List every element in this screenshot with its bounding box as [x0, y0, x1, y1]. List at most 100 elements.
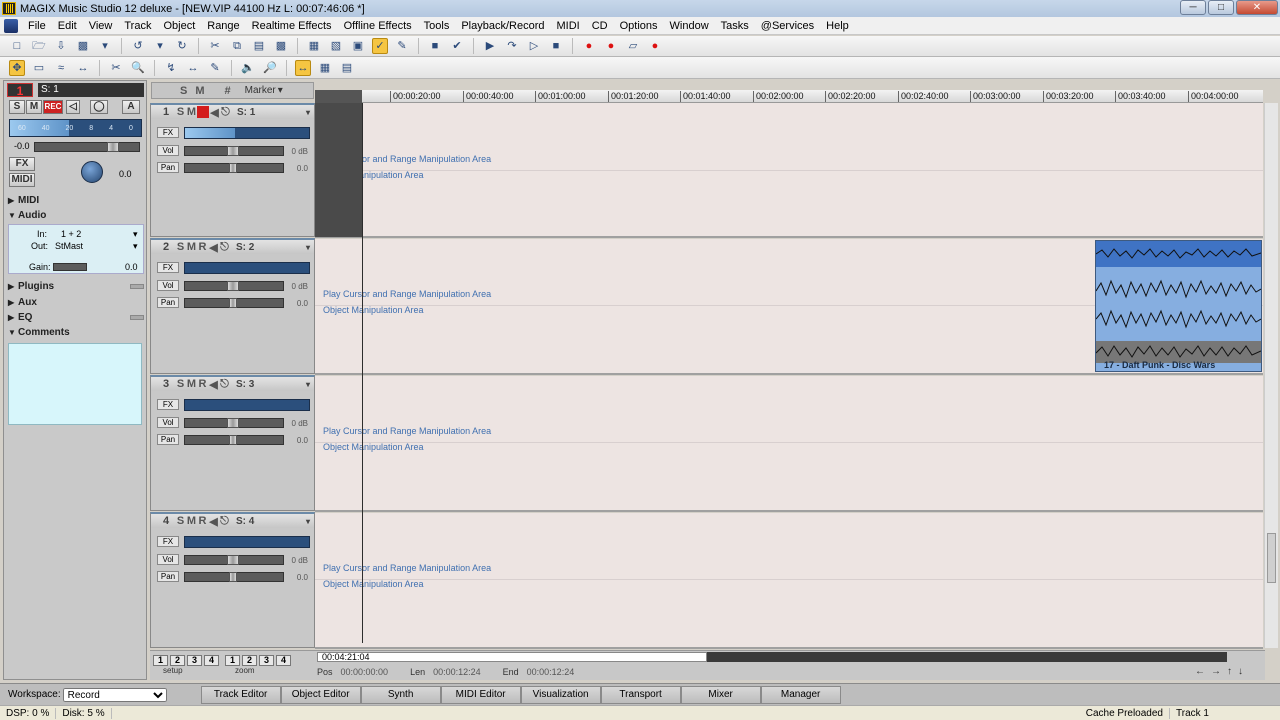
section-midi[interactable]: ▶ MIDI — [4, 194, 146, 208]
track-pan-slider[interactable] — [184, 163, 284, 173]
menu-window[interactable]: Window — [664, 20, 715, 32]
menu-services[interactable]: @Services — [755, 20, 820, 32]
track-monitor-icon[interactable]: ◀ — [209, 106, 220, 119]
cut-icon[interactable]: ✂ — [207, 38, 223, 54]
undo-dropdown-icon[interactable]: ▾ — [152, 38, 168, 54]
save-icon[interactable]: ▩ — [75, 38, 91, 54]
track-mute-button[interactable]: M — [186, 515, 197, 527]
speaker-icon[interactable]: 🔈 — [240, 60, 256, 76]
track-lock-icon[interactable]: ⎋ — [219, 241, 230, 254]
tab-synth[interactable]: Synth — [360, 685, 441, 704]
stop-icon[interactable]: ■ — [548, 38, 564, 54]
menu-view[interactable]: View — [83, 20, 119, 32]
menu-tasks[interactable]: Tasks — [715, 20, 755, 32]
track-monitor-icon[interactable]: ◀ — [208, 378, 219, 391]
inspector-fx-button[interactable]: FX — [9, 157, 35, 171]
track-record-button[interactable]: R — [197, 241, 208, 253]
play-cursor[interactable] — [362, 103, 363, 643]
inspector-monitor-icon[interactable]: ◁ — [66, 100, 80, 114]
inspector-solo-button[interactable]: S — [9, 100, 25, 114]
glue-icon[interactable]: ▣ — [350, 38, 366, 54]
menu-track[interactable]: Track — [118, 20, 157, 32]
track-header-1[interactable]: 1 S M ◀ ⎋ S: 1 ▾ FX Vol 0 dB Pan 0.0 — [150, 103, 315, 237]
workspace-select[interactable]: Record — [62, 687, 167, 702]
menu-midi[interactable]: MIDI — [550, 20, 585, 32]
menu-object[interactable]: Object — [157, 20, 201, 32]
track-fx-button[interactable]: FX — [157, 536, 179, 547]
draw-tool-icon[interactable]: ✎ — [207, 60, 223, 76]
menu-offline-effects[interactable]: Offline Effects — [338, 20, 418, 32]
track-dropdown-icon[interactable]: ▾ — [306, 108, 310, 117]
vertical-scrollbar-thumb[interactable] — [1267, 533, 1276, 583]
track-pan-slider[interactable] — [184, 298, 284, 308]
zoom-tool-icon[interactable]: 🔍 — [130, 60, 146, 76]
audio-out-dropdown-icon[interactable]: ▾ — [133, 241, 138, 252]
tab-object-editor[interactable]: Object Editor — [280, 685, 361, 704]
track-lane-3[interactable]: Play Cursor and Range Manipulation Area … — [315, 376, 1263, 512]
ungroup-icon[interactable]: ▧ — [328, 38, 344, 54]
audio-in-dropdown-icon[interactable]: ▾ — [133, 229, 138, 240]
auto-crossfade-icon[interactable]: ✓ — [372, 38, 388, 54]
track-lane-4[interactable]: Play Cursor and Range Manipulation Area … — [315, 513, 1263, 649]
menu-realtime-effects[interactable]: Realtime Effects — [246, 20, 338, 32]
record-icon[interactable]: ● — [603, 38, 619, 54]
tab-transport[interactable]: Transport — [600, 685, 681, 704]
marker-dropdown[interactable]: Marker — [245, 85, 276, 96]
track-record-button[interactable] — [197, 106, 209, 118]
track-pan-slider[interactable] — [184, 435, 284, 445]
track-lock-icon[interactable]: ⎋ — [220, 106, 231, 119]
track-fx-button[interactable]: FX — [157, 399, 179, 410]
track-header-4[interactable]: 4 S M R ◀ ⎋ S: 4 ▾ FX Vol 0 dB Pan 0.0 — [150, 512, 315, 648]
pan-curve-icon[interactable]: ↔ — [185, 60, 201, 76]
audio-clip[interactable]: 17 - Daft Punk - Disc Wars — [1095, 240, 1262, 372]
zoom-1-button[interactable]: 1 — [225, 655, 240, 666]
menu-file[interactable]: File — [22, 20, 52, 32]
track-solo-button[interactable]: S — [175, 378, 186, 390]
scroll-left-icon[interactable]: ← — [1195, 666, 1205, 677]
tab-midi-editor[interactable]: MIDI Editor — [440, 685, 521, 704]
position-overview-bar[interactable]: 00:04:21:04 — [317, 652, 707, 662]
track-lock-icon[interactable]: ⎋ — [219, 515, 230, 528]
track-dropdown-icon[interactable]: ▾ — [306, 517, 310, 526]
section-plugins[interactable]: ▶ Plugins — [4, 280, 146, 294]
curve-mode-icon[interactable]: ≈ — [53, 60, 69, 76]
setup-2-button[interactable]: 2 — [170, 655, 185, 666]
setup-4-button[interactable]: 4 — [204, 655, 219, 666]
save-dropdown-icon[interactable]: ▾ — [97, 38, 113, 54]
global-mute-button[interactable]: M — [195, 85, 204, 97]
track-solo-button[interactable]: S — [175, 241, 186, 253]
check-icon[interactable]: ✔ — [449, 38, 465, 54]
track-name[interactable]: S: 4 — [236, 516, 254, 527]
paste-icon[interactable]: ▤ — [251, 38, 267, 54]
import-icon[interactable]: ⇩ — [53, 38, 69, 54]
scroll-right-icon[interactable]: → — [1211, 666, 1221, 677]
minimize-icon[interactable]: ─ — [1180, 0, 1206, 15]
play-loop-icon[interactable]: ↷ — [504, 38, 520, 54]
track-fx-button[interactable]: FX — [157, 127, 179, 138]
global-solo-button[interactable]: S — [180, 85, 187, 97]
zoom-3-button[interactable]: 3 — [259, 655, 274, 666]
play-icon[interactable]: ▶ — [482, 38, 498, 54]
menu-tools[interactable]: Tools — [418, 20, 456, 32]
tab-mixer[interactable]: Mixer — [680, 685, 761, 704]
inspector-midi-button[interactable]: MIDI — [9, 173, 35, 187]
track-record-button[interactable]: R — [197, 378, 208, 390]
zoom-4-button[interactable]: 4 — [276, 655, 291, 666]
section-aux[interactable]: ▶ Aux — [4, 296, 146, 310]
copy-icon[interactable]: ⧉ — [229, 38, 245, 54]
inspector-track-select[interactable]: S: 1 — [38, 83, 144, 97]
edit-mode-icon[interactable]: ✎ — [394, 38, 410, 54]
track-header-3[interactable]: 3 S M R ◀ ⎋ S: 3 ▾ FX Vol 0 dB Pan 0.0 — [150, 375, 315, 511]
zoom-down-icon[interactable]: ↓ — [1238, 666, 1243, 677]
mouse-mode-icon[interactable]: ✥ — [9, 59, 25, 76]
snap-icon[interactable]: ↔ — [295, 59, 311, 76]
paste-special-icon[interactable]: ▩ — [273, 38, 289, 54]
new-file-icon[interactable]: □ — [9, 38, 25, 54]
section-comments[interactable]: ▼ Comments — [4, 326, 146, 340]
track-lane-1[interactable]: Play Cursor and Range Manipulation Area … — [315, 103, 1263, 238]
ripple-icon[interactable]: ▤ — [339, 60, 355, 76]
tab-track-editor[interactable]: Track Editor — [200, 685, 281, 704]
menu-edit[interactable]: Edit — [52, 20, 83, 32]
scrub-icon[interactable]: 🔎 — [262, 60, 278, 76]
split-tool-icon[interactable]: ✂ — [108, 60, 124, 76]
